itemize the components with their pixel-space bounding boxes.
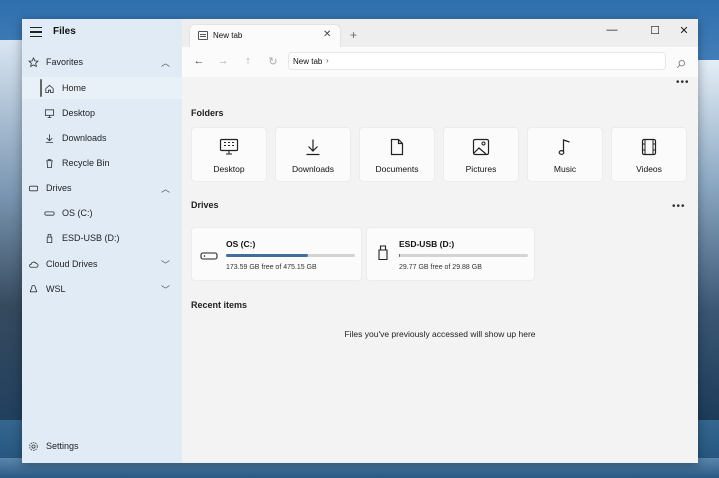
tab-strip: New tab ✕ + — ☐ ✕ [182,19,698,49]
recent-items-heading: Recent items [191,300,248,310]
sidebar-item-esd-usb[interactable]: ESD-USB (D:) [22,227,182,249]
folder-label: Pictures [465,164,497,174]
folders-heading: Folders [191,108,224,118]
folder-card-pictures[interactable]: Pictures [443,127,519,182]
app-title: Files [53,26,76,37]
new-tab-plus-icon[interactable]: + [350,28,357,42]
drive-free-space: 173.59 GB free of 475.15 GB [226,264,317,271]
desktop-icon [192,138,266,156]
sidebar-item-label: Recycle Bin [62,158,110,168]
sidebar: Files Favorites ︿ Home Desktop Downloads… [22,19,182,463]
folder-card-videos[interactable]: Videos [611,127,687,182]
drive-icon [27,182,39,194]
sidebar-item-label: Cloud Drives [46,259,98,269]
wallpaper-right [695,60,719,420]
close-tab-icon[interactable]: ✕ [323,29,331,40]
up-arrow-icon[interactable]: ↑ [241,55,255,67]
home-icon [43,82,55,94]
hard-drive-icon [43,207,55,219]
sidebar-item-home[interactable]: Home [22,77,182,99]
recycle-bin-icon [43,157,55,169]
sidebar-item-label: OS (C:) [62,208,93,218]
sidebar-item-cloud-drives[interactable]: Cloud Drives ﹀ [22,253,182,275]
desktop-icon [43,107,55,119]
sidebar-item-recycle-bin[interactable]: Recycle Bin [22,152,182,174]
folder-label: Desktop [213,164,245,174]
usb-icon [377,245,389,266]
recent-empty-message: Files you've previously accessed will sh… [344,329,536,339]
drive-usage-fill [399,254,400,257]
sidebar-item-label: Downloads [62,133,107,143]
tab-icon [198,31,208,40]
more-options-icon[interactable]: ••• [676,77,690,88]
drives-more-options-icon[interactable]: ••• [672,201,686,212]
address-bar[interactable]: New tab › [288,52,666,70]
video-icon [612,138,686,156]
folder-label: Music [553,164,577,174]
main-content: New tab ✕ + — ☐ ✕ ← → ↑ ↻ New tab › ••• … [182,19,698,463]
settings-button[interactable]: Settings [22,435,182,457]
breadcrumb[interactable]: New tab [293,57,322,66]
chevron-down-icon[interactable]: ﹀ [161,283,170,296]
minimize-icon[interactable]: — [602,24,622,36]
sidebar-item-label: ESD-USB (D:) [62,233,120,243]
drives-heading: Drives [191,200,219,210]
folder-card-documents[interactable]: Documents [359,127,435,182]
star-icon [27,56,39,68]
folder-label: Videos [636,164,662,174]
search-icon[interactable] [676,56,685,69]
drive-usage-fill [226,254,308,257]
gear-icon [27,440,39,452]
document-icon [360,138,434,156]
sidebar-item-os-c[interactable]: OS (C:) [22,202,182,224]
download-icon [276,138,350,156]
sidebar-item-wsl[interactable]: WSL ﹀ [22,278,182,300]
picture-icon [444,138,518,156]
hamburger-menu-icon[interactable] [30,27,42,37]
download-icon [43,132,55,144]
settings-label: Settings [46,441,79,451]
sidebar-header: Files [22,19,182,47]
hard-drive-icon [200,248,218,266]
files-window: Files Favorites ︿ Home Desktop Downloads… [22,19,698,463]
folder-label: Documents [375,164,419,174]
forward-arrow-icon[interactable]: → [216,55,230,67]
sidebar-item-label: Desktop [62,108,96,118]
cloud-icon [27,258,39,270]
tab-new-tab[interactable]: New tab ✕ [190,25,340,47]
chevron-down-icon[interactable]: ﹀ [161,258,170,271]
folder-label: Downloads [291,164,335,174]
drive-usage-bar [226,254,355,257]
sidebar-item-label: Favorites [46,57,84,67]
sidebar-item-desktop[interactable]: Desktop [22,102,182,124]
close-window-icon[interactable]: ✕ [674,24,694,37]
drive-free-space: 29.77 GB free of 29.88 GB [399,264,482,271]
folder-card-music[interactable]: Music [527,127,603,182]
back-arrow-icon[interactable]: ← [192,55,206,67]
sidebar-item-label: Home [62,83,87,93]
sidebar-item-downloads[interactable]: Downloads [22,127,182,149]
drive-name: OS (C:) [226,239,256,249]
maximize-icon[interactable]: ☐ [645,24,665,37]
chevron-up-icon[interactable]: ︿ [161,56,170,69]
chevron-up-icon[interactable]: ︿ [161,182,170,195]
breadcrumb-chevron-icon[interactable]: › [326,56,329,65]
music-icon [528,138,602,156]
drive-card-os-c[interactable]: OS (C:) 173.59 GB free of 475.15 GB [191,227,362,281]
sidebar-item-drives[interactable]: Drives ︿ [22,177,182,199]
linux-icon [27,283,39,295]
drive-usage-bar [399,254,528,257]
tab-label: New tab [213,31,243,40]
drive-name: ESD-USB (D:) [399,239,455,249]
folder-card-downloads[interactable]: Downloads [275,127,351,182]
sidebar-item-favorites[interactable]: Favorites ︿ [22,51,182,73]
sidebar-item-label: WSL [46,284,66,294]
folder-card-desktop[interactable]: Desktop [191,127,267,182]
sidebar-item-label: Drives [46,183,72,193]
refresh-icon[interactable]: ↻ [266,55,280,68]
drive-card-esd-usb[interactable]: ESD-USB (D:) 29.77 GB free of 29.88 GB [366,227,535,281]
navigation-bar: ← → ↑ ↻ New tab › [182,47,698,77]
usb-icon [43,232,55,244]
